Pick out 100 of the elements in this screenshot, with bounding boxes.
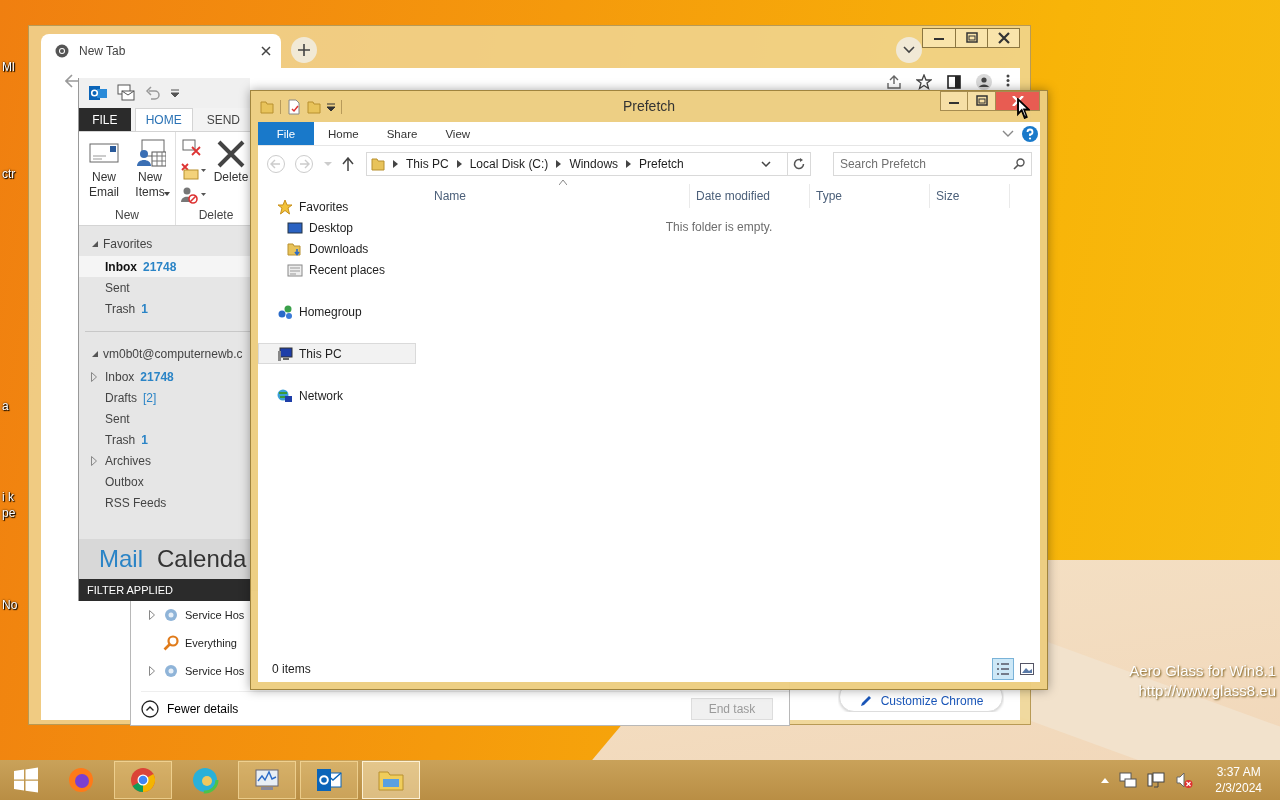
- computer-icon: [277, 345, 293, 362]
- folder-item[interactable]: Trash 1: [79, 429, 250, 450]
- browser-tab[interactable]: New Tab: [41, 34, 281, 68]
- nav-item[interactable]: Favorites: [258, 196, 416, 217]
- delete-button[interactable]: Delete: [210, 136, 250, 208]
- undo-icon[interactable]: [145, 86, 161, 100]
- fewer-details-button[interactable]: Fewer details: [141, 699, 239, 718]
- expand-arrow-icon[interactable]: [149, 666, 155, 676]
- chevron-right-icon: [556, 160, 562, 168]
- browser-icon: [67, 766, 95, 794]
- ribbon-tab[interactable]: File: [258, 122, 314, 145]
- refresh-button[interactable]: [787, 152, 811, 176]
- action-center-icon[interactable]: [1119, 771, 1138, 789]
- mouse-pointer-icon: [1017, 98, 1030, 119]
- search-icon: [1013, 158, 1025, 170]
- muted-speaker-icon[interactable]: [1175, 771, 1194, 789]
- close-icon[interactable]: [261, 46, 271, 56]
- folder-item[interactable]: Outbox: [79, 471, 250, 492]
- send-receive-icon[interactable]: [117, 84, 135, 102]
- section-title[interactable]: Favorites: [103, 237, 153, 251]
- ribbon-tab[interactable]: Home: [314, 122, 373, 145]
- network-status-icon[interactable]: [1147, 771, 1166, 789]
- close-button[interactable]: [996, 91, 1040, 111]
- nav-item[interactable]: Downloads: [258, 238, 416, 259]
- new-items-button[interactable]: New Items: [129, 136, 171, 208]
- browser-logo-icon: [55, 44, 69, 58]
- browser-icon: [191, 766, 219, 794]
- taskbar-app-button[interactable]: [300, 761, 358, 799]
- expand-arrow-icon[interactable]: [149, 610, 155, 620]
- window-title: Prefetch: [622, 98, 676, 114]
- column-header[interactable]: Date modified: [690, 184, 810, 208]
- taskbar-app-button[interactable]: [238, 761, 296, 799]
- breadcrumb-item[interactable]: Windows: [569, 157, 619, 171]
- back-icon[interactable]: [65, 74, 81, 88]
- up-icon[interactable]: [342, 157, 354, 171]
- junk-icon[interactable]: [180, 186, 206, 204]
- taskbar-app-button[interactable]: [114, 761, 172, 799]
- folder-item[interactable]: RSS Feeds: [79, 492, 250, 513]
- expand-ribbon-icon[interactable]: [1002, 129, 1014, 138]
- ribbon-tab[interactable]: Share: [372, 122, 432, 145]
- tab-search-button[interactable]: [896, 37, 922, 63]
- new-email-button[interactable]: New Email: [83, 136, 125, 208]
- properties-icon[interactable]: [287, 98, 301, 115]
- folder-item[interactable]: Sent: [79, 277, 250, 298]
- share-icon[interactable]: [886, 74, 902, 90]
- address-bar[interactable]: This PC Local Disk (C:) Windows Prefetch: [366, 152, 788, 176]
- desktop-icon: [287, 219, 303, 236]
- column-header[interactable]: Name: [428, 184, 690, 208]
- dropdown-icon[interactable]: [761, 161, 771, 167]
- breadcrumb-item[interactable]: Local Disk (C:): [469, 157, 549, 171]
- ribbon-tab[interactable]: HOME: [134, 108, 193, 131]
- image-icon: [1020, 663, 1034, 675]
- cleanup-icon[interactable]: [180, 162, 206, 180]
- ribbon-tab[interactable]: SEND: [196, 108, 250, 131]
- help-icon[interactable]: [1022, 125, 1038, 142]
- breadcrumb-item[interactable]: This PC: [406, 157, 449, 171]
- nav-item[interactable]: Homegroup: [258, 301, 416, 322]
- ignore-icon[interactable]: [180, 138, 202, 156]
- nav-item[interactable]: Network: [258, 385, 416, 406]
- taskbar-app-button[interactable]: [362, 761, 420, 799]
- collapse-icon: [141, 699, 159, 718]
- folder-item[interactable]: Drafts [2]: [79, 387, 250, 408]
- show-hidden-icons-icon[interactable]: [1101, 777, 1110, 783]
- nav-item[interactable]: Desktop: [258, 217, 416, 238]
- folder-item[interactable]: Sent: [79, 408, 250, 429]
- maximize-icon[interactable]: [974, 95, 989, 107]
- folder-icon: [260, 98, 274, 115]
- profile-avatar-icon[interactable]: [976, 74, 992, 90]
- process-name: Service Hos: [185, 609, 245, 621]
- nav-item[interactable]: This PC: [258, 343, 416, 364]
- overlay-text: Aero Glass for Win8.1: [1129, 662, 1276, 679]
- details-view-button[interactable]: [992, 658, 1014, 680]
- customize-toolbar-icon[interactable]: [327, 102, 335, 111]
- list-icon: [996, 662, 1010, 676]
- group-label: Delete: [197, 208, 235, 224]
- navigation-link[interactable]: Calenda: [157, 545, 247, 573]
- item-count: 0 items: [272, 662, 311, 676]
- folder-item[interactable]: Inbox 21748: [79, 366, 250, 387]
- side-panel-icon[interactable]: [946, 74, 962, 90]
- column-header[interactable]: Size: [930, 184, 1010, 208]
- expand-arrow-icon[interactable]: [91, 455, 97, 466]
- star-icon[interactable]: [916, 74, 932, 90]
- section-title[interactable]: vm0b0t@computernewb.c: [103, 347, 243, 361]
- search-box[interactable]: Search Prefetch: [832, 152, 1032, 176]
- customize-toolbar-icon[interactable]: [171, 89, 179, 97]
- column-header[interactable]: Type: [810, 184, 930, 208]
- folder-item[interactable]: Inbox 21748: [79, 256, 250, 277]
- status-bar: FILTER APPLIED: [79, 579, 250, 601]
- ribbon-tab[interactable]: View: [431, 122, 485, 145]
- nav-item[interactable]: Recent places: [258, 259, 416, 280]
- folder-item[interactable]: Trash 1: [79, 298, 250, 319]
- ribbon-tab[interactable]: FILE: [79, 108, 131, 131]
- customize-button[interactable]: Customize Chrome: [839, 690, 1003, 712]
- collapse-arrow-icon[interactable]: [91, 240, 99, 248]
- folder-item[interactable]: Archives: [79, 450, 250, 471]
- new-tab-button[interactable]: [291, 37, 317, 63]
- menu-icon[interactable]: [1006, 74, 1010, 87]
- expand-arrow-icon[interactable]: [91, 371, 97, 382]
- breadcrumb-item[interactable]: Prefetch: [639, 157, 684, 171]
- collapse-arrow-icon[interactable]: [91, 350, 99, 358]
